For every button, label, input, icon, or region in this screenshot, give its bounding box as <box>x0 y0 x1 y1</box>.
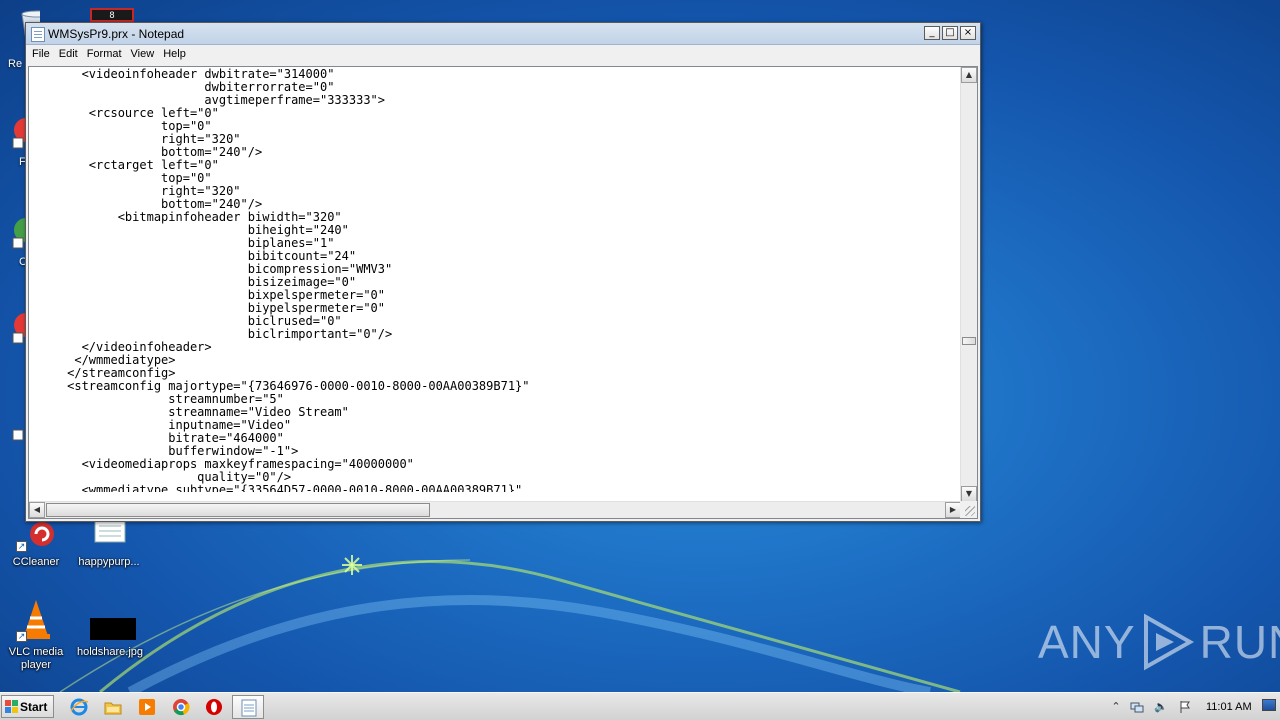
start-label: Start <box>20 700 48 714</box>
chrome-icon[interactable] <box>171 697 191 717</box>
watermark-right: RUN <box>1199 616 1280 668</box>
red-app-tile[interactable]: 8 <box>90 8 134 22</box>
maximize-button[interactable]: □ <box>942 26 958 40</box>
window-title: WMSysPr9.prx - Notepad <box>48 27 185 41</box>
menu-view[interactable]: View <box>128 45 161 65</box>
notepad-window[interactable]: WMSysPr9.prx - Notepad _ □ × File Edit F… <box>25 22 981 522</box>
menu-help[interactable]: Help <box>160 45 192 65</box>
desktop-icon-label: VLC media player <box>8 646 64 671</box>
image-file-icon <box>90 598 136 642</box>
recycle-bin-label: Re <box>8 58 23 70</box>
play-triangle-icon <box>1143 613 1194 671</box>
opera-icon[interactable] <box>204 697 224 717</box>
menu-file[interactable]: File <box>29 45 56 65</box>
start-button[interactable]: Start <box>1 695 54 718</box>
network-icon[interactable] <box>1130 700 1144 714</box>
scroll-up-button[interactable]: ▲ <box>961 67 977 83</box>
title-bar[interactable]: WMSysPr9.prx - Notepad _ □ × <box>26 23 980 45</box>
desktop-icon-vlc[interactable]: ↗ VLC media player <box>1 598 71 672</box>
show-hidden-icons-chevron[interactable]: ⌃ <box>1109 700 1123 714</box>
vertical-scrollbar[interactable]: ▲ ▼ <box>960 67 977 502</box>
menu-bar: File Edit Format View Help <box>26 45 980 65</box>
show-desktop-button[interactable] <box>1262 699 1276 711</box>
document-text[interactable]: <videoinfoheader dwbitrate="314000" dwbi… <box>29 67 963 493</box>
notepad-icon <box>31 27 45 42</box>
vertical-scroll-thumb[interactable] <box>962 337 976 345</box>
desktop-icon-label: holdshare.jpg <box>76 646 144 658</box>
app-icon[interactable] <box>0 420 26 460</box>
scroll-right-button[interactable]: ▶ <box>945 502 961 518</box>
notepad-icon <box>241 699 257 717</box>
text-editor[interactable]: <videoinfoheader dwbitrate="314000" dwbi… <box>28 66 978 519</box>
desktop-icon-label: happypurp... <box>78 556 140 568</box>
app-icon[interactable] <box>0 210 38 250</box>
explorer-icon[interactable] <box>103 697 123 717</box>
horizontal-scroll-thumb[interactable] <box>46 503 430 517</box>
text-line: <wmmediatype subtype="{33564D57-0000-001… <box>31 483 523 493</box>
taskbar: Start ⌃ 🔈 11:01 AM <box>0 692 1280 720</box>
minimize-button[interactable]: _ <box>924 26 940 40</box>
volume-icon[interactable]: 🔈 <box>1154 700 1168 714</box>
scroll-left-button[interactable]: ◀ <box>29 502 45 518</box>
taskbar-notepad-button[interactable] <box>232 695 264 719</box>
recycle-bin-icon[interactable] <box>0 6 53 46</box>
app-icon[interactable] <box>0 305 38 345</box>
horizontal-scrollbar[interactable]: ◀ ▶ <box>29 501 961 518</box>
vlc-cone-icon: ↗ <box>16 598 56 642</box>
windows-logo-icon <box>5 700 18 713</box>
desktop-icon-holdshare[interactable]: holdshare.jpg <box>75 598 145 658</box>
taskbar-clock[interactable]: 11:01 AM <box>1206 701 1252 713</box>
scroll-down-button[interactable]: ▼ <box>961 486 977 502</box>
anyrun-watermark: ANY RUN <box>1038 612 1280 672</box>
watermark-left: ANY <box>1038 616 1136 668</box>
desktop-icon-label: CCleaner <box>12 556 60 568</box>
app-icon[interactable] <box>0 110 38 150</box>
action-center-flag-icon[interactable] <box>1178 700 1192 714</box>
ie-icon[interactable] <box>69 697 89 717</box>
close-button[interactable]: × <box>960 26 976 40</box>
media-player-icon[interactable] <box>137 697 157 717</box>
resize-grip[interactable] <box>960 501 977 518</box>
menu-format[interactable]: Format <box>84 45 128 65</box>
menu-edit[interactable]: Edit <box>56 45 84 65</box>
